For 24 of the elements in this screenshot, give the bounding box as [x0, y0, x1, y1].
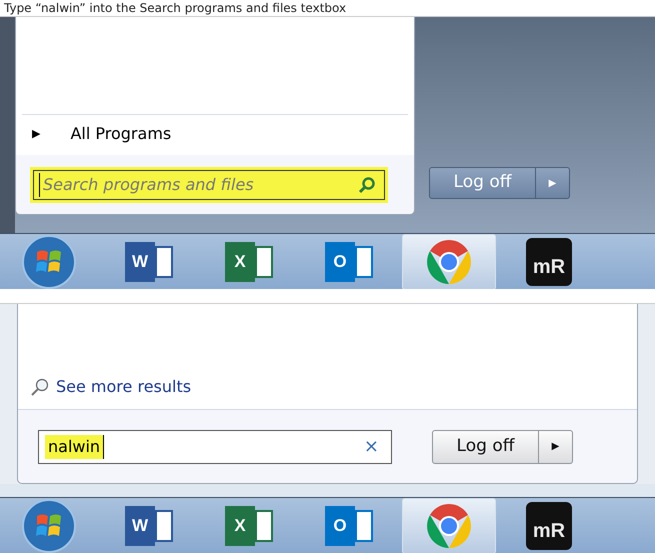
- shutdown-options-button[interactable]: ▶: [539, 430, 573, 464]
- icon-letter: O: [333, 514, 347, 537]
- browser-circle-icon[interactable]: [425, 238, 473, 286]
- clear-icon[interactable]: ×: [364, 433, 379, 460]
- app-tile-icon[interactable]: mR: [526, 502, 572, 550]
- icon-letter: X: [234, 514, 246, 537]
- icon-letter: O: [333, 250, 347, 273]
- icon-letter: mR: [532, 254, 566, 280]
- icon-letter: W: [132, 250, 148, 273]
- search-text: nalwin: [45, 434, 104, 458]
- browser-circle-icon[interactable]: [425, 502, 473, 550]
- magnifier-icon: [30, 377, 50, 397]
- app-tile-icon[interactable]: mR: [526, 238, 572, 286]
- search-field[interactable]: nalwin ×: [38, 430, 392, 464]
- log-off-button[interactable]: Log off: [432, 430, 539, 464]
- see-more-results-label[interactable]: See more results: [56, 375, 192, 399]
- icon-letter: W: [132, 514, 148, 537]
- icon-letter: X: [234, 250, 246, 273]
- search-field[interactable]: Search programs and files: [33, 170, 385, 200]
- arrow-icon: ▶: [32, 126, 40, 142]
- start-orb-icon[interactable]: [21, 498, 77, 553]
- start-orb-icon[interactable]: [21, 234, 77, 290]
- icon-letter: mR: [532, 518, 566, 544]
- search-icon: [358, 176, 376, 194]
